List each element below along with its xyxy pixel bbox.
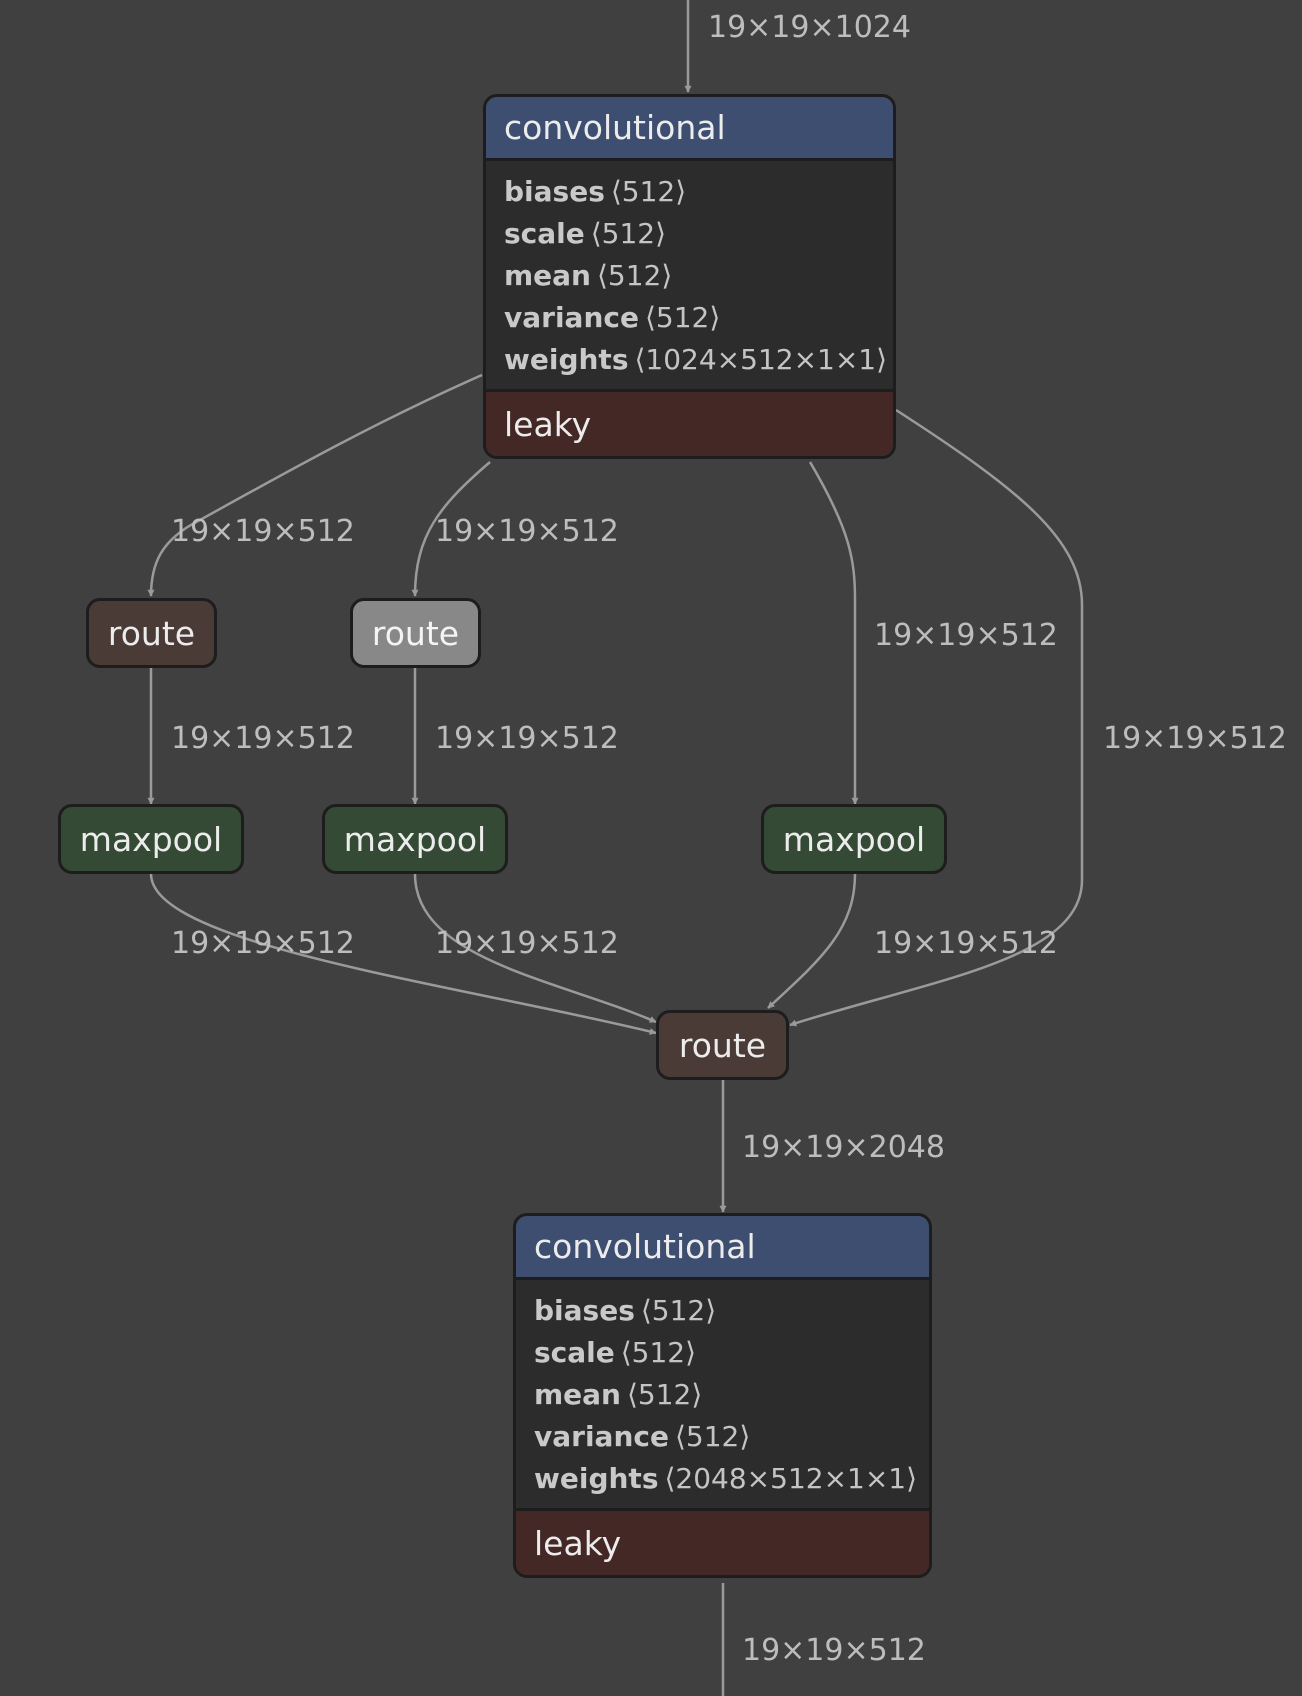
- param-row: variance ⟨512⟩: [504, 297, 875, 339]
- param-shape: ⟨512⟩: [640, 1294, 717, 1327]
- maxpool-node-a[interactable]: maxpool: [58, 804, 244, 874]
- edge-label-input: 19×19×1024: [708, 10, 911, 45]
- param-name: biases: [534, 1294, 635, 1327]
- conv-node-2-activation: leaky: [516, 1508, 929, 1575]
- conv-node-2-title: convolutional: [516, 1216, 929, 1280]
- param-row: scale ⟨512⟩: [504, 213, 875, 255]
- conv-node-1-title: convolutional: [486, 97, 893, 161]
- param-shape: ⟨512⟩: [610, 175, 687, 208]
- edge-label-conv1-route-concat: 19×19×512: [1103, 721, 1287, 756]
- param-shape: ⟨1024×512×1×1⟩: [634, 343, 888, 376]
- edge-label-route-a-maxpool-a: 19×19×512: [171, 721, 355, 756]
- param-row: variance ⟨512⟩: [534, 1416, 911, 1458]
- param-shape: ⟨2048×512×1×1⟩: [664, 1462, 918, 1495]
- maxpool-node-a-label: maxpool: [79, 819, 223, 859]
- route-node-a-label: route: [107, 613, 196, 653]
- param-name: scale: [504, 217, 585, 250]
- route-node-concat-label: route: [678, 1025, 767, 1065]
- edge-label-maxpool-b-concat: 19×19×512: [435, 926, 619, 961]
- param-shape: ⟨512⟩: [644, 301, 721, 334]
- conv-node-2[interactable]: convolutional biases ⟨512⟩ scale ⟨512⟩ mea…: [513, 1213, 932, 1578]
- maxpool-node-c-label: maxpool: [782, 819, 926, 859]
- edge-label-output: 19×19×512: [742, 1633, 926, 1668]
- edge-label-conv1-maxpool-c: 19×19×512: [874, 618, 1058, 653]
- param-shape: ⟨512⟩: [590, 217, 667, 250]
- route-node-a[interactable]: route: [86, 598, 217, 668]
- param-name: mean: [504, 259, 591, 292]
- maxpool-node-b-label: maxpool: [343, 819, 487, 859]
- conv-node-1[interactable]: convolutional biases ⟨512⟩ scale ⟨512⟩ mea…: [483, 94, 896, 459]
- route-node-concat[interactable]: route: [656, 1010, 789, 1080]
- param-row: mean ⟨512⟩: [534, 1374, 911, 1416]
- param-shape: ⟨512⟩: [674, 1420, 751, 1453]
- param-row: weights ⟨1024×512×1×1⟩: [504, 339, 887, 381]
- param-name: weights: [534, 1462, 659, 1495]
- param-name: variance: [504, 301, 639, 334]
- param-name: mean: [534, 1378, 621, 1411]
- param-row: scale ⟨512⟩: [534, 1332, 911, 1374]
- param-name: scale: [534, 1336, 615, 1369]
- conv-node-2-params: biases ⟨512⟩ scale ⟨512⟩ mean ⟨512⟩ varianc…: [516, 1280, 929, 1508]
- edge-conv1-route-a: [147, 373, 483, 597]
- edge-label-route-b-maxpool-b: 19×19×512: [435, 721, 619, 756]
- edge-label-conv1-route-b: 19×19×512: [435, 514, 619, 549]
- conv-node-1-params: biases ⟨512⟩ scale ⟨512⟩ mean ⟨512⟩ varianc…: [486, 161, 893, 389]
- param-name: variance: [534, 1420, 669, 1453]
- route-node-b-label: route: [371, 613, 460, 653]
- param-name: biases: [504, 175, 605, 208]
- param-row: biases ⟨512⟩: [534, 1290, 911, 1332]
- param-row: weights ⟨2048×512×1×1⟩: [534, 1458, 917, 1500]
- route-node-b[interactable]: route: [350, 598, 481, 668]
- maxpool-node-b[interactable]: maxpool: [322, 804, 508, 874]
- param-row: biases ⟨512⟩: [504, 171, 875, 213]
- edge-conv1-maxpool-c: [808, 461, 859, 805]
- edge-label-conv1-route-a: 19×19×512: [171, 514, 355, 549]
- edge-label-concat-conv2: 19×19×2048: [742, 1130, 945, 1165]
- param-shape: ⟨512⟩: [620, 1336, 697, 1369]
- conv-node-1-activation: leaky: [486, 389, 893, 456]
- edge-label-maxpool-a-concat: 19×19×512: [171, 926, 355, 961]
- param-shape: ⟨512⟩: [597, 259, 673, 292]
- param-row: mean ⟨512⟩: [504, 255, 875, 297]
- maxpool-node-c[interactable]: maxpool: [761, 804, 947, 874]
- param-name: weights: [504, 343, 629, 376]
- edge-label-maxpool-c-concat: 19×19×512: [874, 926, 1058, 961]
- edge-maxpool-c-concat: [767, 873, 857, 1009]
- param-shape: ⟨512⟩: [627, 1378, 703, 1411]
